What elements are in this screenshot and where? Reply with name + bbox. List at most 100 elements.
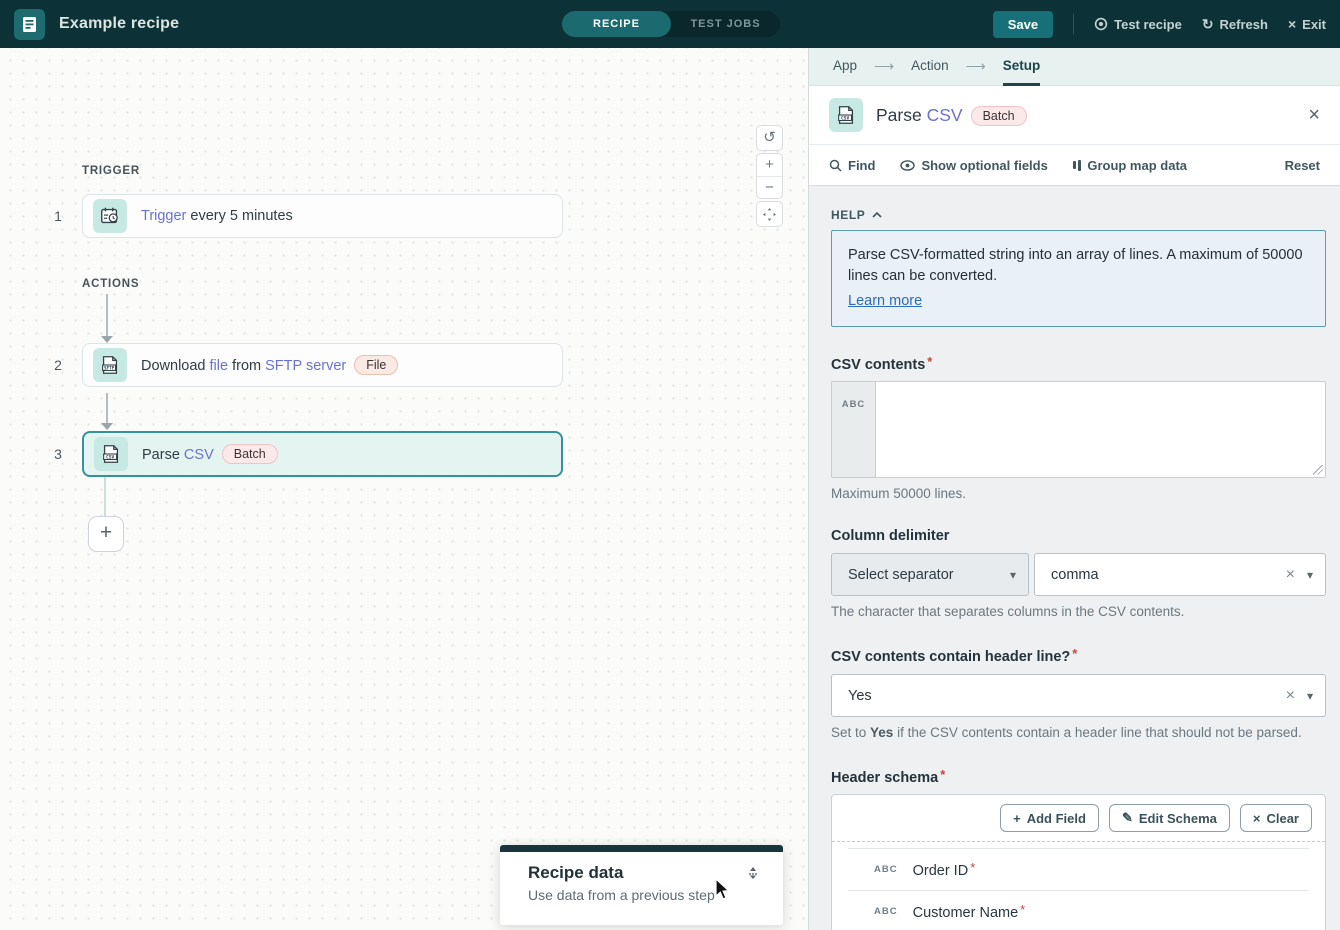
- step-number-3: 3: [48, 446, 68, 462]
- tab-test-jobs[interactable]: TEST JOBS: [671, 11, 780, 37]
- flow-arrow: [101, 294, 113, 343]
- schema-row-order-id[interactable]: ABC Order ID*: [848, 848, 1309, 891]
- group-map-data-button[interactable]: Group map data: [1073, 158, 1187, 173]
- close-panel-button[interactable]: ×: [1308, 105, 1320, 125]
- separator-select[interactable]: Select separator ▾: [831, 553, 1029, 596]
- find-label: Find: [848, 158, 875, 173]
- fit-view-button[interactable]: [756, 201, 783, 227]
- chevron-down-icon: ▾: [1010, 568, 1016, 582]
- step-number-1: 1: [48, 208, 68, 224]
- exit-button[interactable]: × Exit: [1288, 17, 1326, 32]
- tab-recipe[interactable]: RECIPE: [562, 11, 671, 37]
- eye-icon: [900, 160, 915, 171]
- sftp-file-icon: SFTP: [93, 348, 127, 382]
- csv-contents-label: CSV contents*: [831, 354, 1326, 373]
- refresh-icon: ↻: [1202, 17, 1214, 31]
- chevron-down-icon: ▾: [1307, 689, 1313, 703]
- required-asterisk: *: [927, 354, 932, 369]
- trigger-section-label: TRIGGER: [82, 165, 140, 177]
- svg-text:SFTP: SFTP: [104, 365, 115, 370]
- delimiter-value-select[interactable]: comma × ▾: [1034, 553, 1326, 596]
- csv-contents-input[interactable]: ABC: [831, 381, 1326, 478]
- save-button[interactable]: Save: [993, 11, 1053, 38]
- top-bar: Example recipe RECIPE TEST JOBS Save Tes…: [0, 0, 1340, 48]
- add-field-button[interactable]: + Add Field: [1000, 804, 1099, 832]
- test-recipe-icon: [1094, 17, 1108, 31]
- csv-contents-hint: Maximum 50000 lines.: [831, 486, 1326, 501]
- column-delimiter-label: Column delimiter: [831, 528, 1326, 544]
- test-recipe-button[interactable]: Test recipe: [1094, 17, 1182, 32]
- page-title: Example recipe: [59, 15, 179, 33]
- reset-button[interactable]: Reset: [1285, 158, 1320, 173]
- file-badge: File: [354, 355, 398, 375]
- clear-schema-button[interactable]: × Clear: [1240, 804, 1312, 832]
- schema-row-customer-name[interactable]: ABC Customer Name*: [848, 891, 1309, 930]
- pencil-icon: ✎: [1122, 810, 1133, 826]
- required-asterisk: *: [1020, 902, 1025, 917]
- fit-view-icon: [762, 207, 777, 222]
- setup-breadcrumb: App ⟶ Action ⟶ Setup: [809, 48, 1340, 86]
- find-button[interactable]: Find: [829, 158, 875, 173]
- show-optional-fields-button[interactable]: Show optional fields: [900, 158, 1047, 173]
- csv-parse-icon: CSV: [94, 437, 128, 471]
- help-label: HELP: [831, 208, 865, 222]
- setup-form: HELP Parse CSV-formatted string into an …: [809, 186, 1340, 930]
- reset-view-button[interactable]: ↺: [756, 125, 783, 151]
- refresh-label: Refresh: [1220, 17, 1268, 32]
- required-asterisk: *: [970, 860, 975, 875]
- breadcrumb-action[interactable]: Action: [911, 48, 949, 86]
- help-toggle[interactable]: HELP: [831, 208, 1326, 222]
- help-text: Parse CSV-formatted string into an array…: [848, 245, 1309, 287]
- csv-contents-field: CSV contents* ABC Maximum 50000 lines.: [831, 354, 1326, 501]
- group-bars-icon: [1073, 160, 1082, 171]
- popup-title: Recipe data: [528, 863, 767, 883]
- batch-badge: Batch: [971, 106, 1027, 126]
- scheduler-trigger-icon: [93, 199, 127, 233]
- close-icon: ×: [1288, 17, 1296, 31]
- breadcrumb-app[interactable]: App: [833, 48, 857, 86]
- show-optional-fields-label: Show optional fields: [921, 158, 1047, 173]
- csv-parse-icon: CSV: [829, 98, 863, 132]
- breadcrumb-setup[interactable]: Setup: [1003, 48, 1041, 86]
- resize-handle[interactable]: [1313, 465, 1323, 475]
- learn-more-link[interactable]: Learn more: [848, 291, 922, 312]
- edit-schema-button[interactable]: ✎ Edit Schema: [1109, 804, 1230, 832]
- svg-text:CSV: CSV: [106, 454, 115, 460]
- arrow-right-icon: ⟶: [874, 48, 894, 84]
- arrow-right-icon: ⟶: [966, 48, 986, 84]
- field-type-abc: ABC: [874, 906, 898, 917]
- header-line-field: CSV contents contain header line?* Yes ×…: [831, 646, 1326, 740]
- clear-icon[interactable]: ×: [1286, 687, 1295, 705]
- zoom-out-button[interactable]: −: [757, 176, 782, 199]
- required-asterisk: *: [1072, 646, 1077, 661]
- reset-label: Reset: [1285, 158, 1320, 173]
- zoom-in-button[interactable]: +: [757, 154, 782, 176]
- header-schema-field: Header schema* + Add Field ✎ Edit Schema…: [831, 767, 1326, 930]
- header-schema-label: Header schema*: [831, 767, 1326, 786]
- zoom-controls: + −: [756, 153, 783, 199]
- help-box: Parse CSV-formatted string into an array…: [831, 230, 1326, 327]
- required-asterisk: *: [940, 767, 945, 782]
- step-trigger-label: Trigger every 5 minutes: [141, 208, 293, 224]
- step-download-sftp[interactable]: SFTP Download file from SFTP serverFile: [82, 343, 563, 387]
- expand-collapse-handle[interactable]: [745, 866, 761, 884]
- exit-label: Exit: [1302, 17, 1326, 32]
- header-line-label: CSV contents contain header line?*: [831, 646, 1326, 665]
- header-line-select[interactable]: Yes × ▾: [831, 674, 1326, 717]
- step-trigger[interactable]: Trigger every 5 minutes: [82, 194, 563, 238]
- field-type-abc: ABC: [874, 864, 898, 875]
- column-delimiter-hint: The character that separates columns in …: [831, 604, 1326, 619]
- recipe-testjobs-toggle: RECIPE TEST JOBS: [562, 11, 780, 37]
- clear-icon[interactable]: ×: [1286, 566, 1295, 584]
- step-parse-csv[interactable]: CSV Parse CSVBatch: [82, 431, 563, 477]
- field-type-abc: ABC: [832, 382, 876, 477]
- refresh-button[interactable]: ↻ Refresh: [1202, 17, 1268, 32]
- step-number-2: 2: [48, 357, 68, 373]
- column-delimiter-field: Column delimiter Select separator ▾ comm…: [831, 528, 1326, 619]
- recipe-doc-icon: [21, 16, 38, 33]
- recipe-canvas[interactable]: TRIGGER 1 Trigger every 5 minutes ACTION…: [0, 48, 808, 930]
- add-step-button[interactable]: +: [88, 516, 124, 552]
- app-logo[interactable]: [14, 9, 45, 40]
- panel-title: Parse CSVBatch: [876, 105, 1027, 126]
- popup-subtitle: Use data from a previous step: [528, 887, 767, 903]
